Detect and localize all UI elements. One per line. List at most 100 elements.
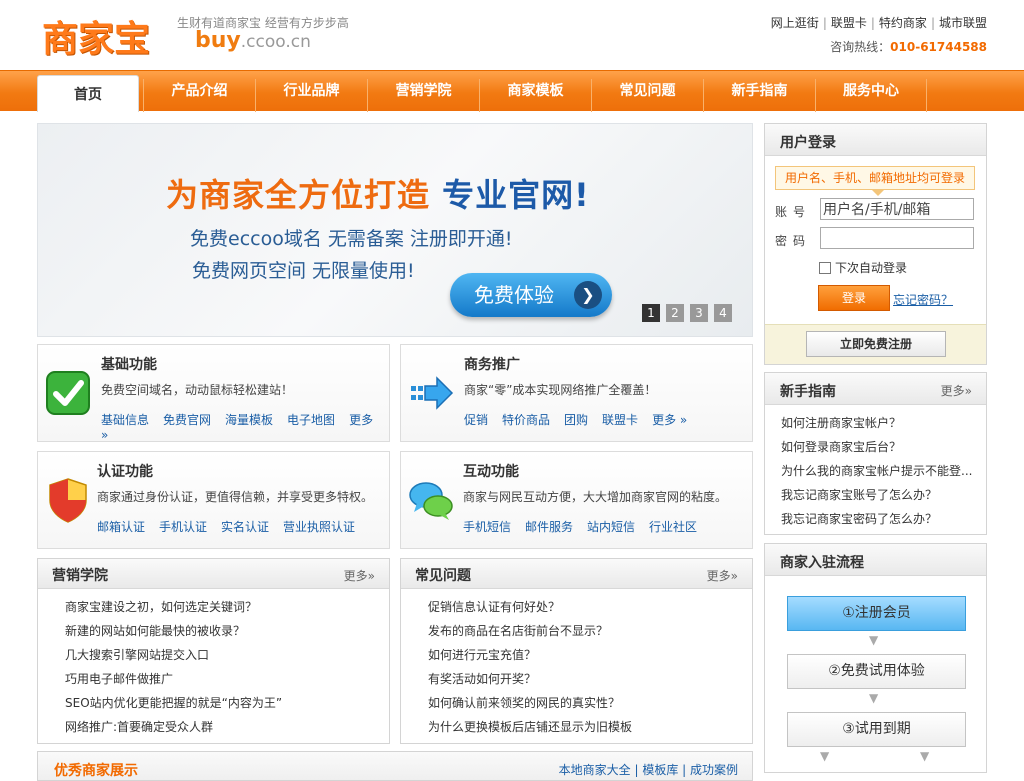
feature-link[interactable]: 电子地图 <box>287 413 335 427</box>
nav-service[interactable]: 服务中心 <box>815 79 927 112</box>
register-button[interactable]: 立即免费注册 <box>806 331 946 357</box>
more-link[interactable]: 更多» <box>344 567 375 584</box>
feature-link[interactable]: 联盟卡 <box>602 413 638 427</box>
feature-link[interactable]: 手机认证 <box>159 520 207 534</box>
feature-more-link[interactable]: 更多 » <box>652 413 687 427</box>
feature-interaction: 互动功能 商家与网民互动方便，大大增加商家官网的粘度。 手机短信 邮件服务 站内短信… <box>400 451 753 549</box>
login-button[interactable]: 登录 <box>818 285 890 311</box>
checkbox-box[interactable] <box>819 262 831 274</box>
remember-checkbox[interactable]: 下次自动登录 <box>819 259 907 276</box>
hotline: 咨询热线：010-61744588 <box>830 38 987 55</box>
guide-link[interactable]: 为什么我的商家宝帐户提示不能登... <box>781 464 972 478</box>
feature-link[interactable]: 邮件服务 <box>525 520 573 534</box>
faq-panel: 常见问题 更多» 促销信息认证有何好处？ 发布的商品在名店街前台不显示？ 如何进… <box>400 558 753 744</box>
top-link-shopping[interactable]: 网上逛街 <box>771 16 819 30</box>
top-link-city-union[interactable]: 城市联盟 <box>939 16 987 30</box>
feature-link[interactable]: 营业执照认证 <box>283 520 355 534</box>
feature-link[interactable]: 免费官网 <box>163 413 211 427</box>
process-box: 商家入驻流程 ①注册会员 ▼ ②免费试用体验 ▼ ③试用到期 ▼ ▼ <box>764 543 987 773</box>
more-link[interactable]: 更多» <box>941 382 972 399</box>
list-item[interactable]: SEO站内优化更能把握的就是“内容为王” <box>65 691 389 715</box>
banner-page-2[interactable]: 2 <box>666 304 684 322</box>
list-item[interactable]: 如何登录商家宝后台？ <box>781 435 977 459</box>
nav-faq[interactable]: 常见问题 <box>591 79 703 112</box>
account-label: 账号 <box>775 205 812 219</box>
free-trial-button[interactable]: 免费体验 ❯ <box>450 273 612 317</box>
guide-link[interactable]: 我忘记商家宝密码了怎么办？ <box>781 512 937 526</box>
shield-icon <box>49 478 87 523</box>
nav-guide[interactable]: 新手指南 <box>703 79 815 112</box>
site-logo[interactable]: 商家宝 <box>42 10 172 60</box>
list-item[interactable]: 为什么更换模板后店铺还显示为旧模板 <box>428 715 752 739</box>
article-link[interactable]: 网络推广:首要确定受众人群 <box>65 720 213 734</box>
feature-link[interactable]: 行业社区 <box>649 520 697 534</box>
list-item[interactable]: 我忘记商家宝密码了怎么办？ <box>781 507 977 531</box>
feature-desc: 免费空间域名，动动鼠标轻松建站！ <box>101 383 294 397</box>
nav-products[interactable]: 产品介绍 <box>143 79 255 112</box>
list-item[interactable]: 几大搜索引擎网站提交入口 <box>65 643 389 667</box>
list-item[interactable]: 网络推广:首要确定受众人群 <box>65 715 389 739</box>
faq-link[interactable]: 如何确认前来领奖的网民的真实性？ <box>428 696 620 710</box>
banner-page-3[interactable]: 3 <box>690 304 708 322</box>
feature-link[interactable]: 手机短信 <box>463 520 511 534</box>
double-chevron-down-icon: » <box>679 413 688 427</box>
article-link[interactable]: SEO站内优化更能把握的就是“内容为王” <box>65 696 282 710</box>
account-input[interactable] <box>820 198 974 220</box>
banner-page-4[interactable]: 4 <box>714 304 732 322</box>
feature-link[interactable]: 促销 <box>464 413 488 427</box>
article-link[interactable]: 巧用电子邮件做推广 <box>65 672 173 686</box>
feature-link[interactable]: 团购 <box>564 413 588 427</box>
top-link-union-card[interactable]: 联盟卡 <box>831 16 867 30</box>
feature-certification: 认证功能 商家通过身份认证，更值得信赖，并享受更多特权。 邮箱认证 手机认证 实名认… <box>37 451 390 549</box>
list-item[interactable]: 商家宝建设之初，如何选定关键词？ <box>65 595 389 619</box>
faq-link[interactable]: 如何进行元宝充值？ <box>428 648 536 662</box>
list-item[interactable]: 我忘记商家宝账号了怎么办？ <box>781 483 977 507</box>
feature-link[interactable]: 特价商品 <box>502 413 550 427</box>
list-item[interactable]: 促销信息认证有何好处？ <box>428 595 752 619</box>
feature-link[interactable]: 邮箱认证 <box>97 520 145 534</box>
logo-domain: buy.ccoo.cn <box>195 28 311 53</box>
article-link[interactable]: 几大搜索引擎网站提交入口 <box>65 648 209 662</box>
faq-link[interactable]: 发布的商品在名店街前台不显示？ <box>428 624 608 638</box>
step-register[interactable]: ①注册会员 <box>787 596 966 631</box>
promo-banner[interactable]: 为商家全方位打造 专业官网! 免费eccoo域名 无需备案 注册即开通! 免费网… <box>37 123 753 337</box>
step-trial[interactable]: ②免费试用体验 <box>787 654 966 689</box>
down-arrow-icon: ▼ <box>920 749 930 763</box>
guide-title: 新手指南 <box>780 384 836 400</box>
banner-page-1[interactable]: 1 <box>642 304 660 322</box>
feature-link[interactable]: 海量模板 <box>225 413 273 427</box>
guide-link[interactable]: 如何注册商家宝帐户？ <box>781 416 901 430</box>
nav-templates[interactable]: 商家模板 <box>479 79 591 112</box>
forgot-password-link[interactable]: 忘记密码？ <box>893 291 953 308</box>
guide-link[interactable]: 如何登录商家宝后台？ <box>781 440 901 454</box>
feature-link[interactable]: 实名认证 <box>221 520 269 534</box>
password-input[interactable] <box>820 227 974 249</box>
faq-link[interactable]: 促销信息认证有何好处？ <box>428 600 560 614</box>
guide-link[interactable]: 我忘记商家宝账号了怎么办？ <box>781 488 937 502</box>
arrow-right-icon: ❯ <box>574 281 602 309</box>
login-title: 用户登录 <box>780 135 836 151</box>
list-item[interactable]: 如何注册商家宝帐户？ <box>781 411 977 435</box>
list-item[interactable]: 有奖活动如何开奖？ <box>428 667 752 691</box>
nav-brands[interactable]: 行业品牌 <box>255 79 367 112</box>
feature-desc: 商家通过身份认证，更值得信赖，并享受更多特权。 <box>97 490 374 504</box>
list-item[interactable]: 新建的网站如何能最快的被收录？ <box>65 619 389 643</box>
top-link-special-merchants[interactable]: 特约商家 <box>879 16 927 30</box>
list-item[interactable]: 巧用电子邮件做推广 <box>65 667 389 691</box>
faq-link[interactable]: 有奖活动如何开奖？ <box>428 672 536 686</box>
list-item[interactable]: 如何确认前来领奖的网民的真实性？ <box>428 691 752 715</box>
checkmark-icon <box>46 371 90 415</box>
faq-link[interactable]: 为什么更换模板后店铺还显示为旧模板 <box>428 720 632 734</box>
more-link[interactable]: 更多» <box>707 567 738 584</box>
list-item[interactable]: 发布的商品在名店街前台不显示？ <box>428 619 752 643</box>
list-item[interactable]: 如何进行元宝充值？ <box>428 643 752 667</box>
article-link[interactable]: 商家宝建设之初，如何选定关键词？ <box>65 600 257 614</box>
nav-marketing[interactable]: 营销学院 <box>367 79 479 112</box>
nav-home[interactable]: 首页 <box>37 75 139 112</box>
step-expire[interactable]: ③试用到期 <box>787 712 966 747</box>
article-link[interactable]: 新建的网站如何能最快的被收录？ <box>65 624 245 638</box>
showcase-links[interactable]: 本地商家大全 | 模板库 | 成功案例 <box>559 761 738 778</box>
list-item[interactable]: 为什么我的商家宝帐户提示不能登... <box>781 459 977 483</box>
feature-link[interactable]: 基础信息 <box>101 413 149 427</box>
feature-link[interactable]: 站内短信 <box>587 520 635 534</box>
